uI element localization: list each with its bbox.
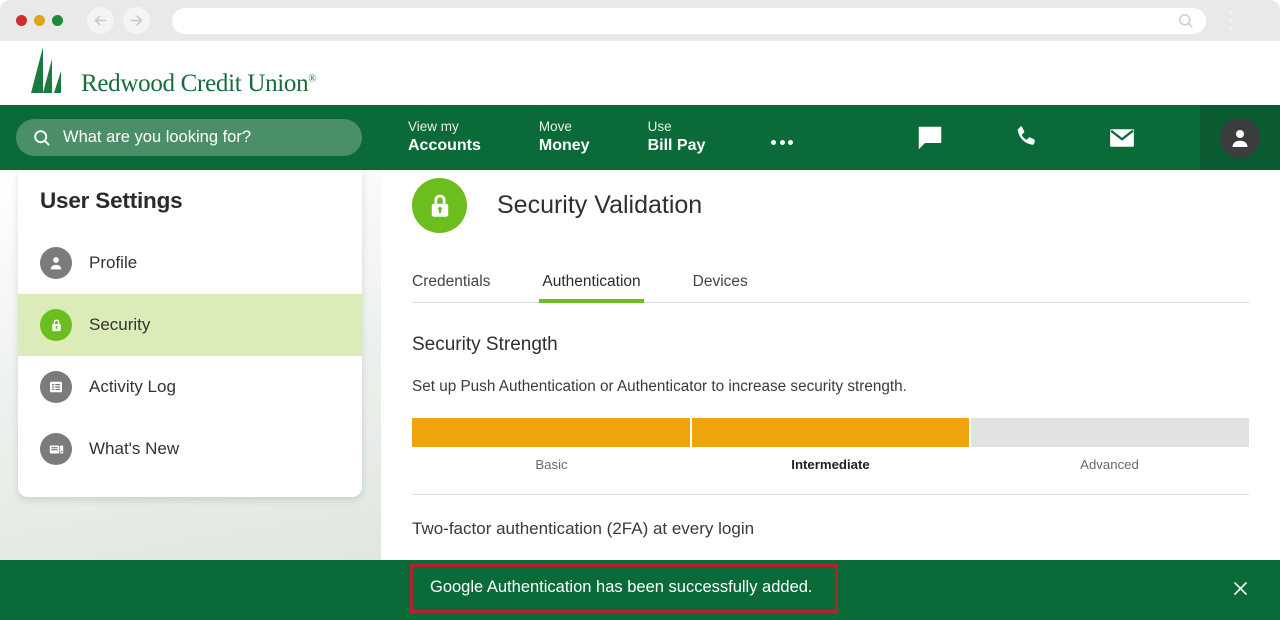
nav-links: View my Accounts Move Money Use Bill Pay [408,118,799,158]
notification-message: Google Authentication has been successfu… [430,578,813,596]
search-icon [34,130,50,146]
maximize-window-button[interactable] [52,15,63,26]
avatar [1220,117,1260,158]
mail-icon [1110,128,1134,147]
url-input[interactable] [172,7,1206,34]
sidebar-item-profile-label: Profile [89,253,138,272]
lock-glyph [431,194,448,217]
forward-button[interactable] [123,7,150,34]
strength-segment-basic [412,418,690,447]
lock-badge-icon [412,178,467,233]
nav-item-billpay-bottom: Bill Pay [647,136,706,154]
nav-item-billpay[interactable]: Use Bill Pay [648,119,706,156]
user-avatar-icon [1232,129,1248,147]
two-factor-heading: Two-factor authentication (2FA) at every… [412,519,755,538]
notification-close-button[interactable] [1228,576,1252,600]
section-divider [412,494,1249,495]
strength-segment-intermediate [691,418,970,447]
ellipsis-dot [771,140,777,145]
browser-menu-button[interactable] [1220,7,1242,35]
page-header: Security Validation [381,170,1280,233]
redwood-tree-logo-icon [30,46,69,100]
chat-button[interactable] [882,105,978,170]
strength-label-advanced: Advanced [1080,457,1139,472]
security-strength-title: Security Strength [412,334,558,355]
window-traffic-lights [16,15,63,26]
security-strength-labels: Basic Intermediate Advanced [412,447,1249,472]
sidebar-item-whats-new-label: What's New [89,439,180,458]
primary-navigation: What are you looking for? View my Accoun… [0,105,1280,170]
chat-bubble-icon [918,126,942,149]
strength-segment-advanced [971,418,1250,447]
sidebar-item-profile[interactable]: Profile [18,232,362,294]
strength-label-basic: Basic [535,457,568,472]
sidebar-item-security-label: Security [89,315,151,334]
nav-item-money-bottom: Money [538,136,590,154]
nav-item-accounts[interactable]: View my Accounts [408,119,481,156]
app-screen: Redwood Credit Union® What are you looki… [0,0,1280,620]
sidebar-item-activity-log[interactable]: Activity Log [18,356,362,418]
page-title: Security Validation [497,191,703,219]
phone-button[interactable] [978,105,1074,170]
sidebar-title: User Settings [40,188,183,213]
user-account-button[interactable] [1200,105,1280,170]
brand-name: Redwood Credit Union® [81,70,316,98]
arrow-left-icon [94,15,107,26]
kebab-dot [1229,10,1233,15]
site-search-input[interactable]: What are you looking for? [16,119,362,156]
brand-name-text: Redwood Credit Union [81,69,309,97]
device-news-glyph [49,445,63,453]
sidebar-item-security[interactable]: Security [18,294,362,356]
user-settings-sidebar: User Settings Profile Security Activity … [18,170,362,497]
brand-logo[interactable]: Redwood Credit Union® [30,46,316,100]
sidebar-item-whats-new[interactable]: What's New [18,418,362,480]
nav-item-accounts-top: View my [408,119,459,135]
sidebar-item-activity-log-label: Activity Log [89,377,176,396]
trademark-symbol: ® [308,73,316,85]
device-news-icon [40,433,72,465]
ellipsis-dot [779,140,785,145]
kebab-dot [1229,26,1233,31]
tab-authentication[interactable]: Authentication [539,273,644,303]
nav-item-billpay-top: Use [647,119,672,135]
lock-icon [40,309,72,341]
lock-glyph [51,318,61,331]
site-header: Redwood Credit Union® [0,41,1280,105]
phone-icon [1017,126,1035,145]
close-icon [1233,581,1247,595]
search-placeholder: What are you looking for? [63,128,252,146]
browser-chrome [0,0,1280,41]
search-icon [1179,14,1193,28]
nav-item-money[interactable]: Move Money [539,119,590,156]
person-glyph [50,257,62,270]
tab-credentials[interactable]: Credentials [412,273,490,302]
nav-more-button[interactable] [765,123,799,163]
close-window-button[interactable] [16,15,27,26]
browser-nav-buttons [87,7,150,34]
list-icon [40,371,72,403]
security-strength-subtitle: Set up Push Authentication or Authentica… [412,378,907,395]
back-button[interactable] [87,7,114,34]
mail-button[interactable] [1074,105,1170,170]
arrow-right-icon [130,15,143,26]
redwood-tree-shapes [31,46,61,93]
list-glyph [50,381,62,393]
main-content: Security Validation Credentials Authenti… [381,170,1280,560]
content-tabs: Credentials Authentication Devices [412,267,1249,303]
security-strength-meter [412,418,1250,447]
strength-label-intermediate: Intermediate [791,457,870,472]
person-icon [40,247,72,279]
minimize-window-button[interactable] [34,15,45,26]
nav-item-accounts-bottom: Accounts [408,136,481,154]
nav-utility-icons [882,105,1170,170]
tab-devices[interactable]: Devices [693,273,748,302]
nav-item-money-top: Move [538,119,572,135]
ellipsis-dot [788,140,794,145]
kebab-dot [1229,18,1233,23]
